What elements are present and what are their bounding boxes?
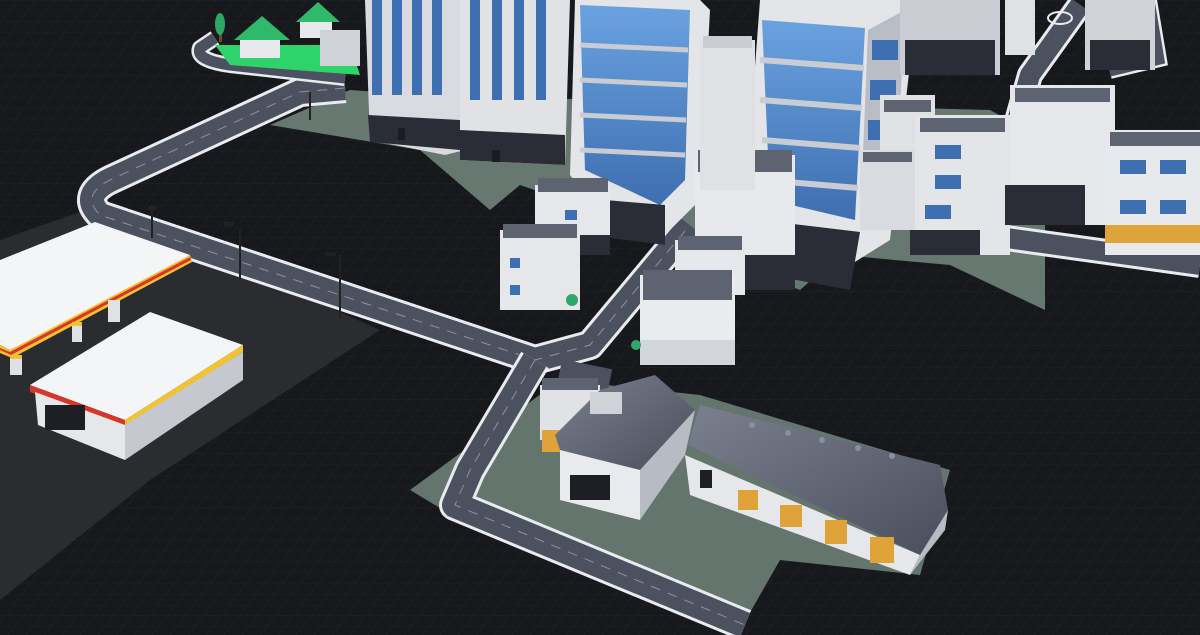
city-scene[interactable] [0, 0, 1200, 635]
apartment-block[interactable] [500, 224, 580, 310]
apartment-block[interactable] [910, 115, 1010, 255]
apartment-block[interactable] [1105, 130, 1200, 255]
fuel-pump[interactable] [108, 300, 120, 322]
garage-door[interactable] [825, 520, 847, 544]
apartment-block[interactable] [631, 270, 735, 365]
garage-door[interactable] [570, 475, 610, 500]
apartment-block[interactable] [860, 150, 915, 230]
garage-door[interactable] [870, 537, 894, 563]
office-tower[interactable] [365, 0, 465, 155]
apartment-block[interactable] [320, 30, 360, 66]
office-tower[interactable] [460, 0, 570, 165]
garage-door[interactable] [780, 505, 802, 527]
garage-door[interactable] [738, 490, 758, 510]
apartment-block[interactable] [700, 36, 755, 190]
game-viewport[interactable] [0, 0, 1200, 635]
apartment-block[interactable] [1005, 85, 1115, 225]
